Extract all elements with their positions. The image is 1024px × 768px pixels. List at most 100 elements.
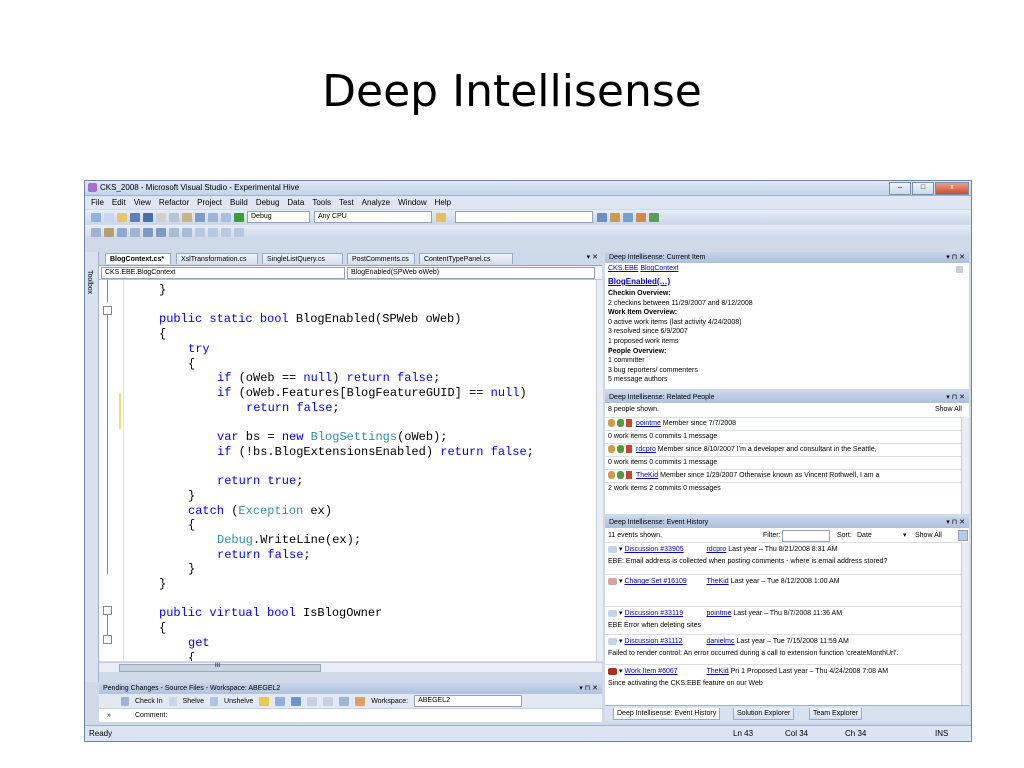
- event-author-link[interactable]: rdcpro: [706, 546, 726, 553]
- menu-window[interactable]: Window: [398, 198, 426, 207]
- events-scrollbar[interactable]: [961, 542, 969, 705]
- policy-warnings-icon[interactable]: [307, 696, 318, 706]
- event-link[interactable]: Work Item #6067: [624, 667, 706, 677]
- related-people-pins[interactable]: ▾ ⊓ ✕: [946, 392, 965, 403]
- clear-bookmarks-icon[interactable]: [234, 227, 244, 237]
- toolbox-label[interactable]: Toolbox: [86, 270, 93, 294]
- copy-icon[interactable]: [169, 212, 179, 222]
- find-icon[interactable]: [436, 212, 446, 222]
- menu-help[interactable]: Help: [435, 198, 451, 207]
- comment-icon[interactable]: [169, 227, 179, 237]
- event-link[interactable]: Discussion #33119: [624, 609, 706, 619]
- flag-icon[interactable]: [626, 419, 632, 428]
- open-folder-icon[interactable]: [117, 212, 127, 222]
- tab-solution-explorer[interactable]: Solution Explorer: [733, 708, 795, 720]
- editor-close-icon[interactable]: ▾ ✕: [587, 253, 598, 261]
- event-type-icon[interactable]: [608, 637, 617, 645]
- toolbox-strip[interactable]: Toolbox: [85, 252, 99, 682]
- undo-pending-icon[interactable]: [355, 696, 366, 706]
- members-icon[interactable]: [91, 227, 101, 237]
- breadcrumb-class[interactable]: BlogContext: [640, 265, 678, 272]
- flag-icon[interactable]: [626, 471, 632, 480]
- refresh-icon[interactable]: [323, 696, 334, 706]
- add-item-icon[interactable]: [104, 212, 114, 222]
- scroll-thumb[interactable]: III: [119, 663, 321, 672]
- menu-analyze[interactable]: Analyze: [362, 198, 390, 207]
- im-icon[interactable]: [617, 471, 624, 480]
- menu-debug[interactable]: Debug: [256, 198, 280, 207]
- sort-dropdown-icon[interactable]: ▾: [903, 531, 907, 541]
- event-author-link[interactable]: pointme: [706, 610, 731, 617]
- people-scrollbar[interactable]: [961, 417, 969, 514]
- object-browser-icon[interactable]: [623, 212, 633, 222]
- decrease-indent-icon[interactable]: [143, 227, 153, 237]
- im-icon[interactable]: [617, 419, 624, 428]
- menu-tools[interactable]: Tools: [312, 198, 331, 207]
- next-bookmark-icon[interactable]: [221, 227, 231, 237]
- paste-icon[interactable]: [182, 212, 192, 222]
- configuration-select[interactable]: Debug: [247, 211, 310, 223]
- tab-team-explorer[interactable]: Team Explorer: [809, 708, 863, 720]
- save-all-icon[interactable]: [143, 212, 153, 222]
- undo-icon[interactable]: [195, 212, 205, 222]
- editor-horizontal-scrollbar[interactable]: III: [99, 662, 602, 672]
- event-type-icon[interactable]: [608, 545, 617, 553]
- person-link[interactable]: pointme: [636, 420, 661, 427]
- expand-icon[interactable]: »: [107, 709, 111, 723]
- properties-icon[interactable]: [610, 212, 620, 222]
- menu-edit[interactable]: Edit: [112, 198, 126, 207]
- cut-icon[interactable]: [156, 212, 166, 222]
- pending-pins[interactable]: ▾ ⊓ ✕: [579, 683, 598, 694]
- current-item-pins[interactable]: ▾ ⊓ ✕: [946, 252, 965, 263]
- editor-tab-4[interactable]: ContentTypePanel.cs: [419, 253, 513, 264]
- breadcrumb-namespace[interactable]: CKS.EBE: [608, 265, 638, 272]
- event-link[interactable]: Discussion #33905: [624, 545, 706, 555]
- event-author-link[interactable]: TheKid: [706, 668, 728, 675]
- parameter-info-icon[interactable]: [104, 227, 114, 237]
- editor-vertical-scrollbar[interactable]: [596, 280, 603, 661]
- person-link[interactable]: TheKid: [636, 472, 658, 479]
- minimize-button[interactable]: –: [889, 182, 911, 195]
- member-select[interactable]: BlogEnabled(SPWeb oWeb): [347, 267, 595, 279]
- navigate-icon[interactable]: [221, 212, 231, 222]
- workspace-select[interactable]: ABEGEL2: [414, 695, 523, 707]
- shelve-button[interactable]: Shelve: [183, 698, 204, 705]
- code-editor[interactable]: } public static bool BlogEnabled(SPWeb oW…: [99, 280, 596, 661]
- event-author-link[interactable]: danielmc: [706, 638, 734, 645]
- maximize-button[interactable]: □: [912, 182, 934, 195]
- save-icon[interactable]: [130, 212, 140, 222]
- toolbox-icon[interactable]: [636, 212, 646, 222]
- collapse-panel-icon[interactable]: [958, 530, 968, 541]
- member-link[interactable]: BlogEnabled(…): [608, 277, 670, 287]
- redo-icon[interactable]: [208, 212, 218, 222]
- tab-event-history[interactable]: Deep Intellisense: Event History: [613, 708, 721, 720]
- event-link[interactable]: Change Set #16109: [624, 577, 706, 587]
- compare-icon[interactable]: [339, 696, 350, 706]
- people-show-all[interactable]: Show All: [935, 405, 962, 415]
- increase-indent-icon[interactable]: [156, 227, 166, 237]
- new-project-icon[interactable]: [91, 212, 101, 222]
- solution-explorer-icon[interactable]: [597, 212, 607, 222]
- event-type-icon[interactable]: [608, 609, 617, 617]
- work-items-icon[interactable]: [275, 696, 286, 706]
- platform-select[interactable]: Any CPU: [314, 211, 432, 223]
- quick-info-icon[interactable]: [117, 227, 127, 237]
- start-page-icon[interactable]: [649, 212, 659, 222]
- collapse-icon[interactable]: [103, 635, 112, 644]
- menu-test[interactable]: Test: [339, 198, 354, 207]
- im-icon[interactable]: [617, 445, 624, 454]
- check-in-notes-icon[interactable]: [291, 696, 302, 706]
- event-type-icon[interactable]: [608, 577, 617, 585]
- event-link[interactable]: Discussion #31112: [624, 637, 706, 647]
- editor-tab-1[interactable]: XslTransformation.cs: [176, 253, 258, 264]
- editor-tab-3[interactable]: PostComments.cs: [347, 253, 415, 264]
- menu-build[interactable]: Build: [230, 198, 248, 207]
- sort-select[interactable]: Date: [857, 531, 872, 541]
- previous-bookmark-icon[interactable]: [208, 227, 218, 237]
- menu-project[interactable]: Project: [197, 198, 222, 207]
- menu-file[interactable]: File: [91, 198, 104, 207]
- filter-input[interactable]: [782, 530, 830, 542]
- comment-row[interactable]: » Comment:: [99, 708, 602, 722]
- event-author-link[interactable]: TheKid: [706, 578, 728, 585]
- flag-icon[interactable]: [626, 445, 632, 454]
